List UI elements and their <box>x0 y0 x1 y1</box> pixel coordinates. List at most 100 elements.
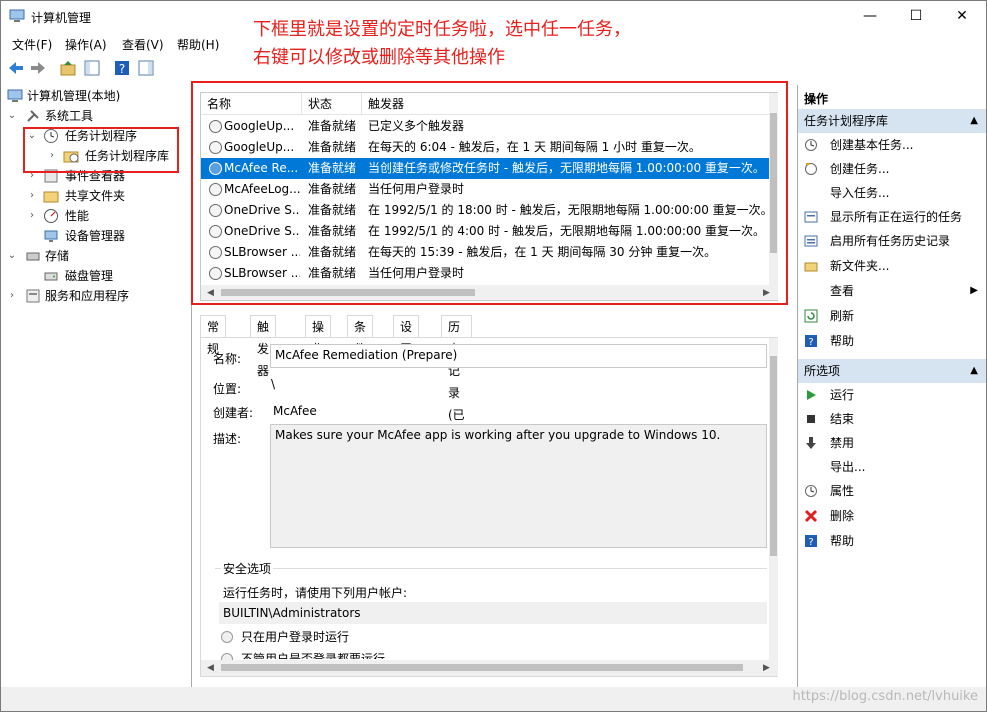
action-label: 启用所有任务历史记录 <box>830 234 951 248</box>
collapse-arrow-icon[interactable]: ⌄ <box>7 246 17 266</box>
maximize-button[interactable]: ☐ <box>893 1 939 32</box>
action-properties[interactable]: 属性 <box>798 479 986 503</box>
collapse-arrow-icon[interactable]: ⌄ <box>7 106 17 126</box>
tree-root[interactable]: 计算机管理(本地) <box>5 86 190 106</box>
expand-arrow-icon[interactable]: › <box>7 286 17 306</box>
svg-text:?: ? <box>808 537 813 548</box>
tree-storage-label: 存储 <box>45 249 70 263</box>
tree-disk-management[interactable]: 磁盘管理 <box>5 266 190 286</box>
disk-icon <box>44 272 58 281</box>
forward-arrow-icon[interactable] <box>29 59 47 77</box>
menu-action[interactable]: 操作(A) <box>65 36 107 53</box>
status-bar: https://blog.csdn.net/lvhuike <box>1 687 986 711</box>
author-value: McAfee <box>273 404 317 418</box>
svg-text:?: ? <box>119 62 125 76</box>
back-arrow-icon[interactable] <box>7 59 25 77</box>
tree-device-manager-label: 设备管理器 <box>65 229 126 243</box>
tree-services-apps-label: 服务和应用程序 <box>45 289 130 303</box>
highlight-box-tree <box>23 127 179 173</box>
tree-device-manager[interactable]: 设备管理器 <box>5 226 190 246</box>
section-selected-item[interactable]: 所选项 ▲ <box>798 359 986 383</box>
running-tasks-icon <box>804 211 818 223</box>
action-disable[interactable]: 禁用 <box>798 431 986 455</box>
scroll-left-icon[interactable]: ◀ <box>207 663 214 673</box>
collapse-up-icon[interactable]: ▲ <box>970 359 978 383</box>
help-toolbar-icon[interactable]: ? <box>113 59 131 77</box>
tab-history[interactable]: 历史记录(已禁用) <box>441 315 472 466</box>
tree-disk-management-label: 磁盘管理 <box>65 269 114 283</box>
action-enable-history[interactable]: 启用所有任务历史记录 <box>798 229 986 253</box>
action-delete[interactable]: 删除 <box>798 504 986 528</box>
performance-icon <box>44 209 58 223</box>
action-end[interactable]: 结束 <box>798 407 986 431</box>
tab-settings[interactable]: 设置 <box>393 315 420 356</box>
action-label: 导出... <box>830 460 866 474</box>
computer-management-icon <box>9 9 25 22</box>
tree-services-apps[interactable]: › 服务和应用程序 <box>5 286 190 306</box>
help-icon: ? <box>805 535 817 548</box>
tab-conditions[interactable]: 条件 <box>347 315 374 356</box>
name-field[interactable]: McAfee Remediation (Prepare) <box>270 344 767 368</box>
detail-hscrollbar[interactable]: ◀ ▶ <box>201 660 778 676</box>
actions-pane: 操作 任务计划程序库 ▲ 创建基本任务... 创建任务... 导入任务... 显… <box>797 85 986 687</box>
show-hide-action-pane-icon[interactable] <box>137 59 155 77</box>
security-options-title: 安全选项 <box>221 560 274 577</box>
expand-arrow-icon[interactable]: › <box>27 206 37 226</box>
action-import-task[interactable]: 导入任务... <box>798 181 986 205</box>
tab-general[interactable]: 常规 <box>200 315 227 356</box>
annotation-line-1: 下框里就是设置的定时任务啦，选中任一任务， <box>253 19 631 40</box>
create-basic-task-icon <box>805 139 817 151</box>
close-button[interactable]: ✕ <box>939 1 985 32</box>
detail-vscrollbar[interactable] <box>769 338 778 660</box>
action-create-basic-task[interactable]: 创建基本任务... <box>798 133 986 157</box>
menu-help[interactable]: 帮助(H) <box>177 36 219 53</box>
detail-hscroll-thumb[interactable] <box>221 664 743 671</box>
scroll-right-icon[interactable]: ▶ <box>763 663 770 673</box>
action-label: 显示所有正在运行的任务 <box>830 210 963 224</box>
tree-system-tools-label: 系统工具 <box>45 109 94 123</box>
action-label: 属性 <box>830 484 855 498</box>
action-label: 帮助 <box>830 334 855 348</box>
computer-icon <box>7 89 23 102</box>
tree-system-tools[interactable]: ⌄ 系统工具 <box>5 106 190 126</box>
action-label: 新文件夹... <box>830 259 890 273</box>
action-display-running[interactable]: 显示所有正在运行的任务 <box>798 205 986 229</box>
location-value: \ <box>271 377 276 391</box>
collapse-up-icon[interactable]: ▲ <box>970 109 978 133</box>
menu-file[interactable]: 文件(F) <box>12 36 52 53</box>
up-folder-icon[interactable] <box>59 59 77 77</box>
description-field[interactable]: Makes sure your McAfee app is working af… <box>270 424 767 548</box>
action-create-task[interactable]: 创建任务... <box>798 157 986 181</box>
action-export[interactable]: 导出... <box>798 455 986 479</box>
action-new-folder[interactable]: 新文件夹... <box>798 254 986 278</box>
tree-performance[interactable]: › 性能 <box>5 206 190 226</box>
minimize-button[interactable]: — <box>847 1 893 32</box>
radio-logged-on-only-label: 只在用户登录时运行 <box>241 630 350 644</box>
action-view[interactable]: 查看 ▶ <box>798 279 986 303</box>
tab-triggers[interactable]: 触发器 <box>250 315 277 378</box>
menu-view[interactable]: 查看(V) <box>122 36 164 53</box>
radio-whether-logged-on-label: 不管用户是否登录都要运行 <box>241 652 386 659</box>
device-manager-icon <box>44 230 58 242</box>
action-help-selected[interactable]: ? 帮助 <box>798 529 986 553</box>
security-divider <box>215 568 767 569</box>
run-as-user: BUILTIN\Administrators <box>219 602 767 624</box>
action-run[interactable]: 运行 <box>798 383 986 407</box>
detail-vscroll-thumb[interactable] <box>770 356 777 556</box>
tab-actions[interactable]: 操作 <box>305 315 332 356</box>
name-label: 名称: <box>213 352 242 366</box>
expand-arrow-icon[interactable]: › <box>27 186 37 206</box>
action-help[interactable]: ? 帮助 <box>798 329 986 353</box>
submenu-arrow-icon: ▶ <box>970 285 978 296</box>
action-refresh[interactable]: 刷新 <box>798 304 986 328</box>
action-label: 创建基本任务... <box>830 138 914 152</box>
radio-logged-on-only[interactable] <box>221 631 233 643</box>
description-label: 描述: <box>213 432 242 446</box>
annotation-line-2: 右键可以修改或删除等其他操作 <box>253 47 505 68</box>
show-hide-tree-icon[interactable] <box>83 59 101 77</box>
section-task-library[interactable]: 任务计划程序库 ▲ <box>798 109 986 133</box>
tree-storage[interactable]: ⌄ 存储 <box>5 246 190 266</box>
action-label: 创建任务... <box>830 162 890 176</box>
svg-text:?: ? <box>808 337 813 348</box>
tree-shared-folders[interactable]: › 共享文件夹 <box>5 186 190 206</box>
